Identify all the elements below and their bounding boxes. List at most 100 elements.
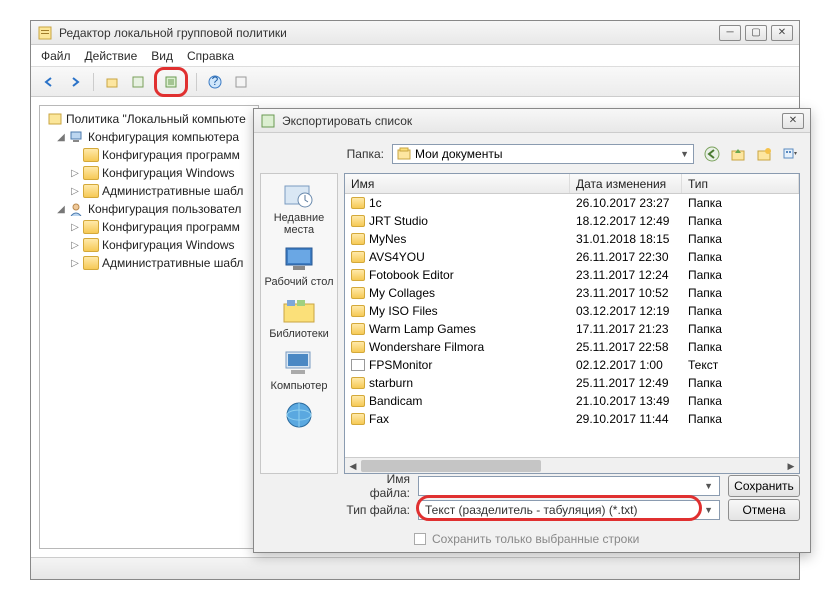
cancel-button[interactable]: Отмена <box>728 499 800 521</box>
place-network[interactable] <box>281 400 317 430</box>
file-row[interactable]: FPSMonitor02.12.2017 1:00Текст <box>345 356 799 374</box>
folder-label: Папка: <box>334 147 384 161</box>
filetype-dropdown[interactable]: Текст (разделитель - табуляция) (*.txt) … <box>418 500 720 520</box>
tree-user-config[interactable]: ◢ Конфигурация пользовател <box>44 200 254 218</box>
folder-icon <box>83 220 99 234</box>
tree-item[interactable]: ▷Конфигурация программ <box>44 146 254 164</box>
highlight-export-list <box>154 67 188 97</box>
file-row[interactable]: Fax29.10.2017 11:44Папка <box>345 410 799 428</box>
policy-tree[interactable]: Политика "Локальный компьюте ◢ Конфигура… <box>39 105 259 549</box>
places-bar: Недавние места Рабочий стол Библиотеки К… <box>260 173 338 474</box>
folder-icon <box>83 148 99 162</box>
file-row[interactable]: 1c26.10.2017 23:27Папка <box>345 194 799 212</box>
file-row[interactable]: My Collages23.11.2017 10:52Папка <box>345 284 799 302</box>
tree-root[interactable]: Политика "Локальный компьюте <box>44 110 254 128</box>
filename-input[interactable]: ▼ <box>418 476 720 496</box>
dialog-titlebar[interactable]: Экспортировать список ✕ <box>254 109 810 133</box>
file-row[interactable]: Bandicam21.10.2017 13:49Папка <box>345 392 799 410</box>
place-libraries[interactable]: Библиотеки <box>269 296 329 340</box>
nav-forward-button[interactable] <box>65 72 85 92</box>
svg-text:?: ? <box>212 75 219 88</box>
tree-item[interactable]: ▷Конфигурация Windows <box>44 164 254 182</box>
folder-icon <box>351 233 365 245</box>
folder-icon <box>351 413 365 425</box>
tree-item[interactable]: ▷Административные шабл <box>44 182 254 200</box>
folder-icon <box>351 287 365 299</box>
folder-icon <box>351 197 365 209</box>
menu-action[interactable]: Действие <box>85 49 138 63</box>
horizontal-scrollbar[interactable]: ◀ ▶ <box>345 457 799 473</box>
help-button[interactable]: ? <box>205 72 225 92</box>
expand-icon[interactable]: ▷ <box>70 186 80 197</box>
file-row[interactable]: Warm Lamp Games17.11.2017 21:23Папка <box>345 320 799 338</box>
tree-computer-config[interactable]: ◢ Конфигурация компьютера <box>44 128 254 146</box>
filename-label: Имя файла: <box>344 472 410 500</box>
file-row[interactable]: Fotobook Editor23.11.2017 12:24Папка <box>345 266 799 284</box>
file-row[interactable]: MyNes31.01.2018 18:15Папка <box>345 230 799 248</box>
folder-icon <box>351 395 365 407</box>
tree-item[interactable]: ▷Административные шабл <box>44 254 254 272</box>
folder-icon <box>83 184 99 198</box>
save-only-selected-checkbox[interactable]: Сохранить только выбранные строки <box>414 532 639 546</box>
menu-view[interactable]: Вид <box>151 49 173 63</box>
file-row[interactable]: Wondershare Filmora25.11.2017 22:58Папка <box>345 338 799 356</box>
scroll-right-arrow[interactable]: ▶ <box>783 458 799 474</box>
filetype-label: Тип файла: <box>344 503 410 517</box>
export-list-dialog: Экспортировать список ✕ Папка: Мои докум… <box>253 108 811 553</box>
file-list-header: Имя Дата изменения Тип <box>345 174 799 194</box>
up-folder-button[interactable] <box>102 72 122 92</box>
menu-help[interactable]: Справка <box>187 49 234 63</box>
file-row[interactable]: starburn25.11.2017 12:49Папка <box>345 374 799 392</box>
close-button[interactable]: ✕ <box>771 25 793 41</box>
folder-dropdown[interactable]: Мои документы ▼ <box>392 144 694 164</box>
place-computer[interactable]: Компьютер <box>271 348 328 392</box>
folder-icon <box>83 238 99 252</box>
dialog-close-button[interactable]: ✕ <box>782 113 804 129</box>
scroll-thumb[interactable] <box>361 460 541 472</box>
col-modified[interactable]: Дата изменения <box>570 174 682 193</box>
back-button[interactable] <box>702 144 722 164</box>
properties-button[interactable] <box>128 72 148 92</box>
folder-icon <box>351 251 365 263</box>
refresh-button[interactable] <box>231 72 251 92</box>
recent-icon <box>281 180 317 210</box>
minimize-button[interactable]: ─ <box>719 25 741 41</box>
file-row[interactable]: My ISO Files03.12.2017 12:19Папка <box>345 302 799 320</box>
expand-icon[interactable]: ▷ <box>70 168 80 179</box>
menu-file[interactable]: Файл <box>41 49 71 63</box>
expand-icon[interactable]: ▷ <box>70 258 80 269</box>
file-list[interactable]: Имя Дата изменения Тип 1c26.10.2017 23:2… <box>344 173 800 474</box>
libraries-icon <box>281 296 317 326</box>
gpo-icon <box>37 25 53 41</box>
user-icon <box>69 202 85 216</box>
folder-icon <box>351 323 365 335</box>
tree-item[interactable]: ▷Конфигурация программ <box>44 218 254 236</box>
place-recent[interactable]: Недавние места <box>261 180 337 236</box>
up-level-button[interactable] <box>728 144 748 164</box>
save-button[interactable]: Сохранить <box>728 475 800 497</box>
folder-icon <box>351 341 365 353</box>
view-menu-button[interactable] <box>780 144 800 164</box>
menubar: Файл Действие Вид Справка <box>31 45 799 67</box>
expand-icon[interactable]: ▷ <box>70 240 80 251</box>
statusbar <box>31 557 799 579</box>
collapse-icon[interactable]: ◢ <box>56 132 66 143</box>
file-icon <box>351 359 365 371</box>
col-name[interactable]: Имя <box>345 174 570 193</box>
col-type[interactable]: Тип <box>682 174 799 193</box>
collapse-icon[interactable]: ◢ <box>56 204 66 215</box>
new-folder-button[interactable] <box>754 144 774 164</box>
maximize-button[interactable]: ▢ <box>745 25 767 41</box>
main-titlebar[interactable]: Редактор локальной групповой политики ─ … <box>31 21 799 45</box>
expand-icon[interactable]: ▷ <box>70 222 80 233</box>
checkbox-icon[interactable] <box>414 533 426 545</box>
place-desktop[interactable]: Рабочий стол <box>264 244 333 288</box>
export-list-button[interactable] <box>161 72 181 92</box>
nav-back-button[interactable] <box>39 72 59 92</box>
computer-icon <box>69 130 85 144</box>
tree-item[interactable]: ▷Конфигурация Windows <box>44 236 254 254</box>
filetype-value: Текст (разделитель - табуляция) (*.txt) <box>425 503 637 517</box>
file-row[interactable]: JRT Studio18.12.2017 12:49Папка <box>345 212 799 230</box>
file-row[interactable]: AVS4YOU26.11.2017 22:30Папка <box>345 248 799 266</box>
dropdown-arrow-icon: ▼ <box>680 149 689 159</box>
